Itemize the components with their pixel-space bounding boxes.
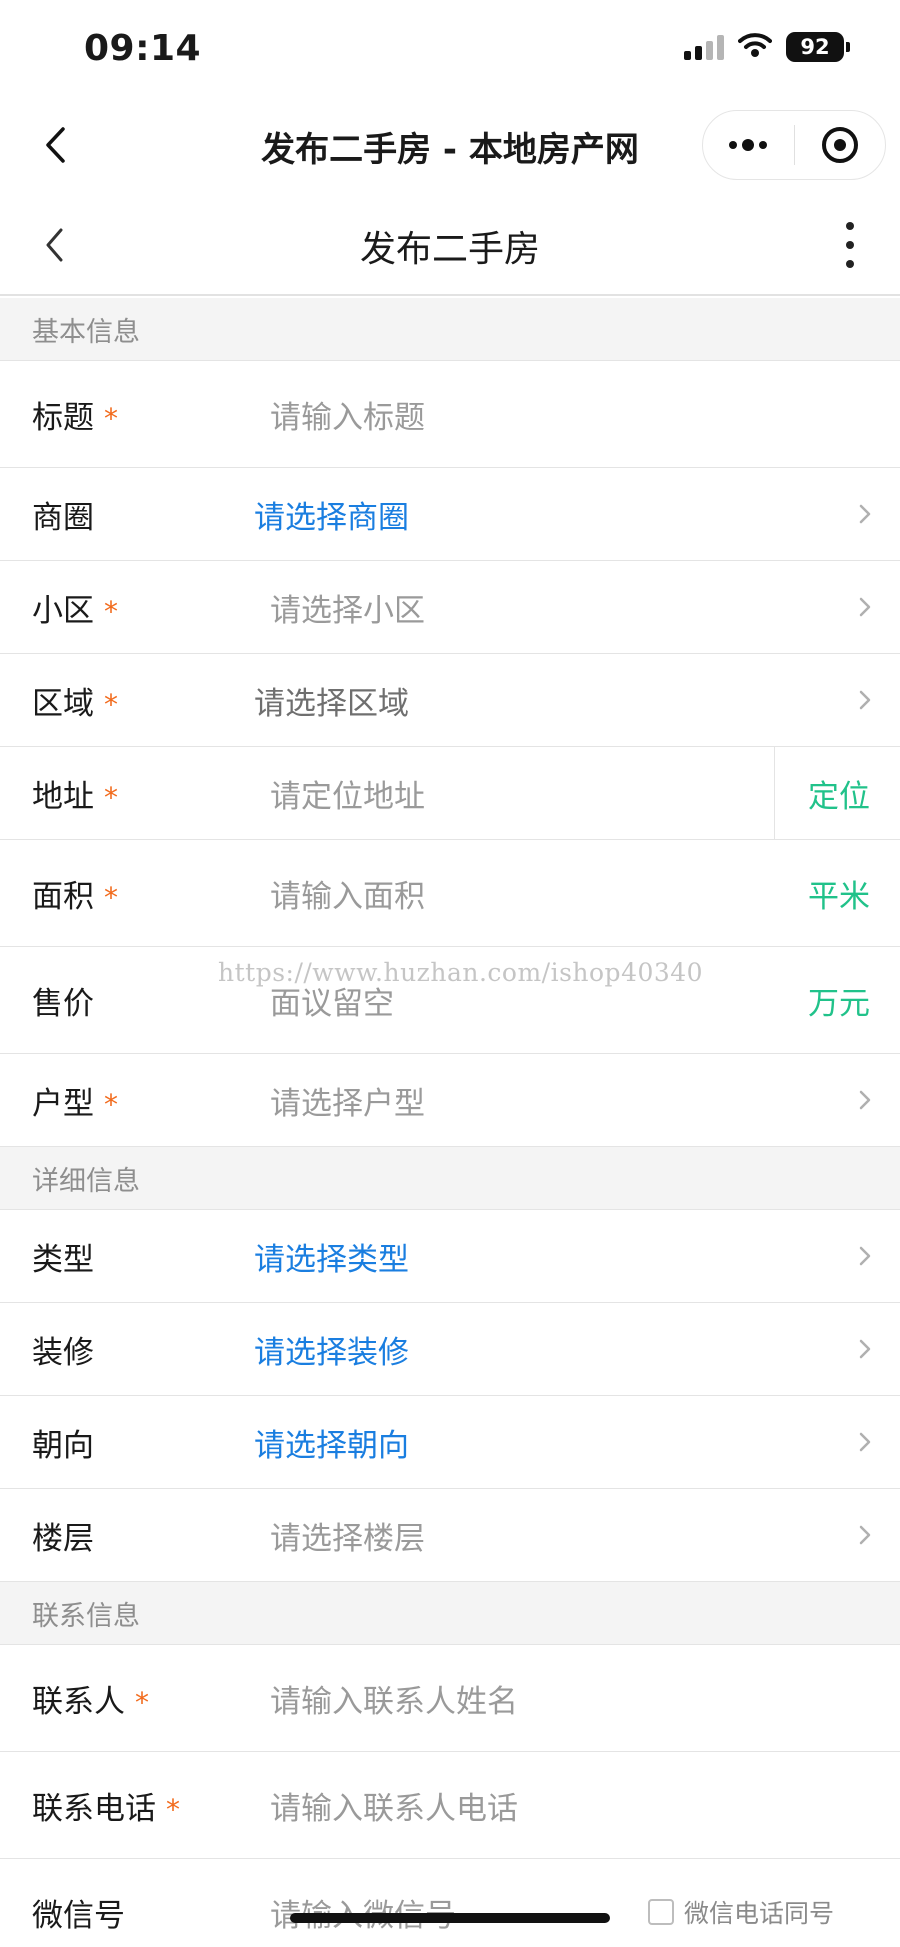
contact-phone-field[interactable]: 联系电话 * 请输入联系人电话 (0, 1752, 900, 1859)
section-contact-info: 联系信息 (0, 1582, 900, 1645)
capsule-close-button[interactable] (795, 111, 886, 179)
wifi-icon (738, 32, 772, 62)
more-options-button[interactable] (830, 220, 870, 270)
chevron-right-icon (854, 1245, 876, 1267)
field-label: 小区 * (32, 592, 118, 629)
type-select[interactable]: 请选择类型 (254, 1234, 409, 1279)
battery-icon: 92 (786, 32, 850, 62)
field-label: 装修 (32, 1334, 94, 1371)
wechat-same-label: 微信电话同号 (683, 1899, 834, 1928)
field-label: 商圈 (32, 499, 94, 536)
field-label: 联系人 * (32, 1683, 149, 1720)
title-field[interactable]: 标题 * 请输入标题 (0, 361, 900, 468)
wechat-field[interactable]: 微信号 请输入微信号 微信电话同号 (0, 1859, 900, 1947)
miniprogram-nav: 发布二手房 - 本地房产网 (0, 100, 900, 192)
field-label: 售价 (32, 985, 94, 1022)
status-bar: 09:14 92 (0, 0, 900, 100)
orientation-select[interactable]: 请选择朝向 (254, 1420, 409, 1465)
community-field[interactable]: 小区 * 请选择小区 (0, 561, 900, 654)
decoration-field[interactable]: 装修 请选择装修 (0, 1303, 900, 1396)
area-input[interactable]: 请输入面积 (270, 871, 425, 916)
target-icon (821, 127, 858, 163)
field-label: 标题 * (32, 399, 118, 436)
section-basic-info: 基本信息 (0, 298, 900, 361)
field-label: 类型 (32, 1241, 94, 1278)
type-field[interactable]: 类型 请选择类型 (0, 1210, 900, 1303)
more-dots-icon (729, 139, 768, 151)
more-dots-icon (846, 222, 854, 230)
contact-phone-input[interactable]: 请输入联系人电话 (270, 1783, 518, 1828)
business-area-select[interactable]: 请选择商圈 (254, 492, 409, 537)
field-label: 区域 * (32, 685, 118, 722)
locate-button[interactable]: 定位 (808, 771, 870, 816)
page-title: 发布二手房 (359, 229, 540, 270)
orientation-field[interactable]: 朝向 请选择朝向 (0, 1396, 900, 1489)
decoration-select[interactable]: 请选择装修 (254, 1327, 409, 1372)
area-unit: 平米 (808, 878, 870, 915)
home-indicator (290, 1913, 610, 1923)
contact-name-field[interactable]: 联系人 * 请输入联系人姓名 (0, 1645, 900, 1752)
wechat-same-as-phone[interactable]: 微信电话同号 (647, 1894, 834, 1930)
title-input[interactable]: 请输入标题 (270, 392, 425, 437)
region-field[interactable]: 区域 * 请选择区域 (0, 654, 900, 747)
community-select[interactable]: 请选择小区 (270, 585, 425, 630)
field-label: 地址 * (32, 778, 118, 815)
area-field[interactable]: 面积 * 请输入面积 平米 (0, 840, 900, 947)
contact-name-input[interactable]: 请输入联系人姓名 (270, 1676, 518, 1721)
address-field[interactable]: 地址 * 请定位地址 定位 (0, 747, 900, 840)
layout-field[interactable]: 户型 * 请选择户型 (0, 1054, 900, 1147)
chevron-right-icon (854, 503, 876, 525)
layout-select[interactable]: 请选择户型 (270, 1078, 425, 1123)
status-icons: 92 (684, 32, 850, 62)
field-label: 联系电话 * (32, 1790, 180, 1827)
house-form: 基本信息 标题 * 请输入标题 商圈 请选择商圈 小区 * 请选择小区 区域 * 请选… (0, 298, 900, 1947)
field-label: 户型 * (32, 1085, 118, 1122)
field-label: 微信号 (32, 1897, 125, 1934)
wechat-input[interactable]: 请输入微信号 (270, 1890, 456, 1935)
region-select[interactable]: 请选择区域 (254, 678, 409, 723)
field-label: 面积 * (32, 878, 118, 915)
signal-icon (684, 34, 724, 60)
chevron-right-icon (854, 1338, 876, 1360)
chevron-right-icon (854, 1089, 876, 1111)
page-header: 发布二手房 (0, 196, 900, 296)
floor-select[interactable]: 请选择楼层 (270, 1513, 425, 1558)
field-label: 朝向 (32, 1427, 94, 1464)
capsule-more-button[interactable] (703, 111, 794, 179)
chevron-right-icon (854, 596, 876, 618)
capsule-menu (702, 110, 886, 180)
business-area-field[interactable]: 商圈 请选择商圈 (0, 468, 900, 561)
chevron-right-icon (854, 1524, 876, 1546)
chevron-right-icon (854, 1431, 876, 1453)
price-field[interactable]: 售价 面议留空 万元 (0, 947, 900, 1054)
section-detail-info: 详细信息 (0, 1147, 900, 1210)
price-input[interactable]: 面议留空 (270, 978, 394, 1023)
price-unit: 万元 (808, 985, 870, 1022)
floor-field[interactable]: 楼层 请选择楼层 (0, 1489, 900, 1582)
checkbox-icon[interactable] (647, 1899, 674, 1925)
divider (774, 747, 775, 839)
status-time: 09:14 (84, 28, 202, 69)
field-label: 楼层 (32, 1520, 94, 1557)
chevron-right-icon (854, 689, 876, 711)
address-input[interactable]: 请定位地址 (270, 771, 425, 816)
